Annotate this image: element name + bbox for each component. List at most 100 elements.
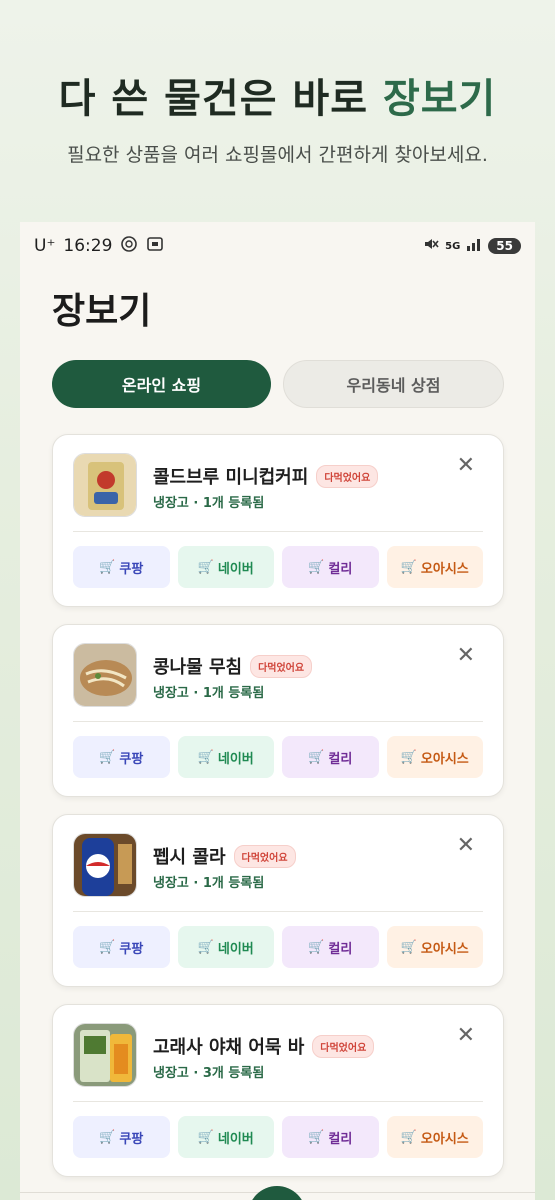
item-thumbnail — [73, 453, 137, 517]
shop-label: 컬리 — [328, 1131, 353, 1147]
oasis-button[interactable]: 🛒 오아시스 — [386, 1116, 483, 1158]
carrier-label: U⁺ — [34, 236, 56, 256]
coupang-button[interactable]: 🛒 쿠팡 — [73, 926, 170, 968]
shop-buttons: 🛒 쿠팡 🛒 네이버 🛒 컬리 🛒 오아시스 — [73, 736, 483, 778]
item-name: 콜드브루 미니컵커피 — [153, 467, 309, 488]
cart-icon: 🛒 — [400, 1129, 417, 1145]
cart-icon: 🛒 — [400, 749, 417, 765]
close-icon[interactable]: ✕ — [457, 645, 475, 667]
mute-icon — [423, 236, 439, 256]
shop-label: 네이버 — [217, 941, 254, 957]
divider — [73, 531, 483, 532]
naver-button[interactable]: 🛒 네이버 — [177, 546, 274, 588]
cart-icon: 🛒 — [400, 559, 417, 575]
shop-label: 오아시스 — [420, 941, 469, 957]
oasis-button[interactable]: 🛒 오아시스 — [386, 546, 483, 588]
cart-icon: 🛒 — [197, 1129, 214, 1145]
shop-buttons: 🛒 쿠팡 🛒 네이버 🛒 컬리 🛒 오아시스 — [73, 1116, 483, 1158]
shop-label: 네이버 — [217, 1131, 254, 1147]
shop-label: 쿠팡 — [119, 751, 144, 767]
naver-button[interactable]: 🛒 네이버 — [177, 1116, 274, 1158]
item-name: 펩시 콜라 — [153, 847, 226, 868]
status-bar: U⁺ 16:29 5G 55 — [20, 222, 535, 270]
shop-buttons: 🛒 쿠팡 🛒 네이버 🛒 컬리 🛒 오아시스 — [73, 926, 483, 968]
shop-label: 쿠팡 — [119, 561, 144, 577]
item-thumbnail — [73, 643, 137, 707]
phone-screen: U⁺ 16:29 5G 55 장보기 온라인 쇼핑 우리동네 상점 콜드브루 미… — [20, 222, 535, 1200]
finished-badge: 다먹었어요 — [233, 844, 296, 868]
tab-online-shopping[interactable]: 온라인 쇼핑 — [52, 360, 271, 408]
oasis-button[interactable]: 🛒 오아시스 — [386, 926, 483, 968]
cart-icon: 🛒 — [400, 939, 417, 955]
shop-buttons: 🛒 쿠팡 🛒 네이버 🛒 컬리 🛒 오아시스 — [73, 546, 483, 588]
close-icon[interactable]: ✕ — [457, 455, 475, 477]
signal-icon — [466, 237, 482, 255]
item-name-row: 고래사 야채 어묵 바 다먹었어요 — [153, 1033, 375, 1059]
shopping-item-card: 고래사 야채 어묵 바 다먹었어요 냉장고 · 3개 등록됨 ✕ 🛒 쿠팡 🛒 네이… — [52, 1004, 504, 1177]
cart-icon: 🛒 — [99, 559, 116, 575]
item-meta: 냉장고 · 1개 등록됨 — [153, 496, 265, 511]
item-meta: 냉장고 · 3개 등록됨 — [153, 1066, 265, 1081]
cart-icon: 🛒 — [308, 939, 325, 955]
divider — [73, 1101, 483, 1102]
coupang-button[interactable]: 🛒 쿠팡 — [73, 546, 170, 588]
shopping-item-card: 펩시 콜라 다먹었어요 냉장고 · 1개 등록됨 ✕ 🛒 쿠팡 🛒 네이버 🛒 컬리 … — [52, 814, 504, 987]
finished-badge: 다먹었어요 — [316, 464, 379, 488]
divider — [73, 721, 483, 722]
naver-button[interactable]: 🛒 네이버 — [177, 926, 274, 968]
hero-subtitle: 필요한 상품을 여러 쇼핑몰에서 간편하게 찾아보세요. — [67, 144, 488, 166]
cart-icon: 🛒 — [99, 1129, 116, 1145]
cart-icon: 🛒 — [197, 749, 214, 765]
kurly-button[interactable]: 🛒 컬리 — [282, 546, 379, 588]
hero-title-accent: 장보기 — [382, 76, 497, 122]
shop-label: 쿠팡 — [119, 941, 144, 957]
shop-label: 쿠팡 — [119, 1131, 144, 1147]
finished-badge: 다먹었어요 — [312, 1034, 375, 1058]
item-name-row: 콜드브루 미니컵커피 다먹었어요 — [153, 463, 379, 489]
coupang-button[interactable]: 🛒 쿠팡 — [73, 736, 170, 778]
tab-local-stores[interactable]: 우리동네 상점 — [283, 360, 504, 408]
coupang-button[interactable]: 🛒 쿠팡 — [73, 1116, 170, 1158]
clock: 16:29 — [63, 236, 113, 256]
shop-label: 컬리 — [328, 561, 353, 577]
cart-icon: 🛒 — [308, 559, 325, 575]
item-thumbnail — [73, 833, 137, 897]
item-meta: 냉장고 · 1개 등록됨 — [153, 686, 265, 701]
shop-label: 컬리 — [328, 751, 353, 767]
close-icon[interactable]: ✕ — [457, 835, 475, 857]
shop-label: 오아시스 — [420, 751, 469, 767]
naver-button[interactable]: 🛒 네이버 — [177, 736, 274, 778]
cart-icon: 🛒 — [308, 1129, 325, 1145]
kurly-button[interactable]: 🛒 컬리 — [282, 926, 379, 968]
shopping-item-card: 콩나물 무침 다먹었어요 냉장고 · 1개 등록됨 ✕ 🛒 쿠팡 🛒 네이버 🛒 컬리… — [52, 624, 504, 797]
cart-icon: 🛒 — [197, 939, 214, 955]
oasis-button[interactable]: 🛒 오아시스 — [386, 736, 483, 778]
item-meta: 냉장고 · 1개 등록됨 — [153, 876, 265, 891]
page-title: 장보기 — [52, 291, 152, 332]
shop-label: 네이버 — [217, 751, 254, 767]
item-name-row: 콩나물 무침 다먹었어요 — [153, 653, 313, 679]
chatgpt-icon — [120, 235, 138, 258]
kurly-button[interactable]: 🛒 컬리 — [282, 736, 379, 778]
item-name: 콩나물 무침 — [153, 657, 243, 678]
shopping-tabs: 온라인 쇼핑 우리동네 상점 — [52, 360, 504, 408]
item-name: 고래사 야채 어묵 바 — [153, 1037, 305, 1058]
cart-icon: 🛒 — [99, 939, 116, 955]
hero-title-main: 다 쓴 물건은 바로 — [58, 76, 383, 122]
battery-indicator: 55 — [488, 238, 521, 254]
cart-icon: 🛒 — [99, 749, 116, 765]
item-thumbnail — [73, 1023, 137, 1087]
cart-icon: 🛒 — [197, 559, 214, 575]
shop-label: 컬리 — [328, 941, 353, 957]
close-icon[interactable]: ✕ — [457, 1025, 475, 1047]
item-name-row: 펩시 콜라 다먹었어요 — [153, 843, 296, 869]
shop-label: 네이버 — [217, 561, 254, 577]
shop-label: 오아시스 — [420, 1131, 469, 1147]
network-label: 5G — [445, 240, 461, 252]
kurly-button[interactable]: 🛒 컬리 — [282, 1116, 379, 1158]
screenshot-icon — [146, 235, 164, 258]
divider — [73, 911, 483, 912]
shopping-item-card: 콜드브루 미니컵커피 다먹었어요 냉장고 · 1개 등록됨 ✕ 🛒 쿠팡 🛒 네이버… — [52, 434, 504, 607]
finished-badge: 다먹었어요 — [250, 654, 313, 678]
hero-title: 다 쓴 물건은 바로 장보기 — [0, 66, 555, 124]
